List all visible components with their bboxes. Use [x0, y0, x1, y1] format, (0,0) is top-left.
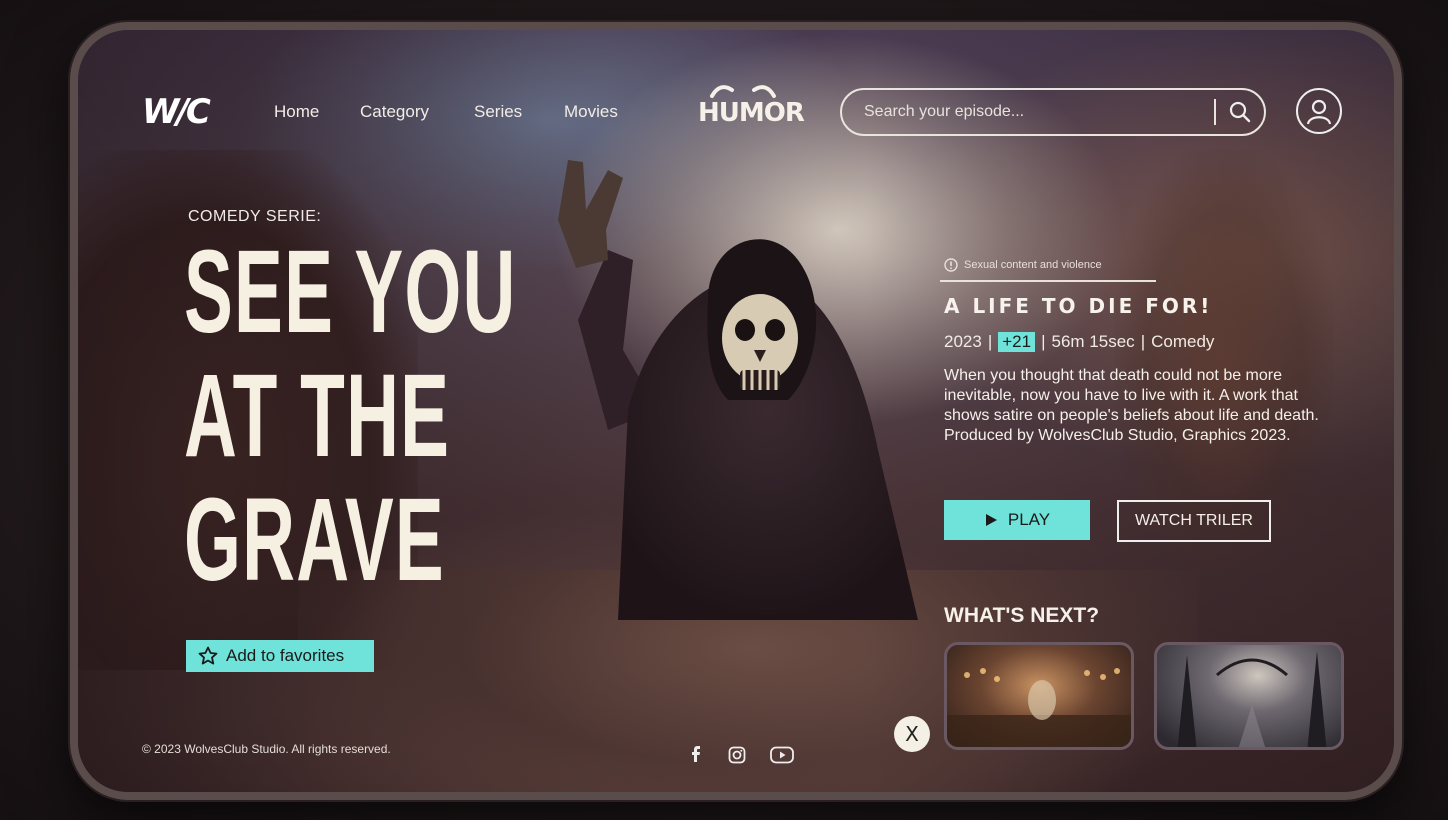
add-to-favorites-button[interactable]: Add to favorites [186, 640, 374, 672]
brand-label: HUMOR [698, 98, 805, 128]
series-title-line: SEE YOU [184, 226, 517, 358]
series-title: SEE YOU AT THE GRAVE [184, 230, 531, 602]
user-icon [1306, 99, 1332, 125]
search-bar[interactable] [840, 88, 1266, 136]
episode-description: When you thought that death could not be… [944, 367, 1319, 444]
series-title-line: AT THE [184, 350, 451, 482]
thumbnail-forest-scene [1177, 651, 1327, 747]
episode-duration: 56m 15sec [1051, 332, 1135, 351]
search-icon [1229, 101, 1251, 123]
nav-movies[interactable]: Movies [564, 102, 618, 122]
instagram-icon[interactable] [728, 746, 746, 769]
meta-separator: | [1041, 332, 1046, 351]
copyright-text: © 2023 WolvesClub Studio. All rights res… [142, 742, 391, 756]
nav-home[interactable]: Home [274, 102, 319, 122]
episode-genre: Comedy [1151, 332, 1215, 351]
warning-icon [944, 258, 958, 272]
humor-brand[interactable]: HUMOR [698, 80, 805, 140]
next-episode-thumbnail[interactable] [944, 642, 1134, 750]
play-label: PLAY [1007, 510, 1051, 529]
play-icon [985, 514, 997, 526]
episode-year: 2023 [944, 332, 982, 351]
close-button[interactable]: X [894, 716, 930, 752]
search-button[interactable] [1216, 92, 1264, 132]
age-rating-badge: +21 [998, 332, 1036, 352]
studio-logo[interactable]: W/C [142, 92, 211, 132]
meta-separator: | [1140, 332, 1146, 351]
play-button[interactable]: PLAY [944, 500, 1090, 540]
profile-button[interactable] [1296, 88, 1342, 134]
youtube-icon[interactable] [770, 746, 794, 769]
episode-title: A LIFE TO DIE FOR! [944, 294, 1213, 318]
meta-separator: | [987, 332, 993, 351]
app-frame: W/C Home Category Series Movies HUMOR Se… [70, 22, 1402, 800]
series-kicker: COMEDY SERIE: [188, 208, 322, 225]
brand-eyes-icon [710, 85, 776, 98]
nav-series[interactable]: Series [474, 102, 522, 122]
thumbnail-candles-scene [947, 668, 1131, 747]
watch-trailer-button[interactable]: WATCH TRILER [1117, 500, 1271, 542]
warning-divider [940, 280, 1156, 282]
whats-next-heading: WHAT'S NEXT? [944, 604, 1100, 627]
content-warning-text: Sexual content and violence [964, 259, 1102, 271]
content-warning: Sexual content and violence [944, 258, 1102, 272]
nav-category[interactable]: Category [360, 102, 429, 122]
add-to-favorites-label: Add to favorites [226, 646, 345, 665]
episode-meta: 2023 | +21 | 56m 15sec | Comedy [944, 332, 1214, 352]
facebook-icon[interactable] [690, 746, 702, 767]
star-icon [198, 646, 218, 665]
search-input[interactable] [842, 90, 1214, 134]
series-title-line: GRAVE [184, 474, 445, 606]
next-episode-thumbnail[interactable] [1154, 642, 1344, 750]
ui-layer: W/C Home Category Series Movies HUMOR Se… [78, 30, 1394, 792]
